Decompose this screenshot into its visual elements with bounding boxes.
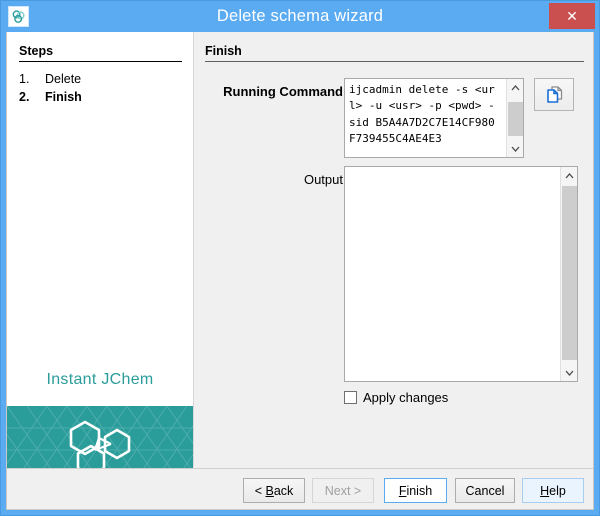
scrollbar-thumb[interactable] (508, 102, 523, 136)
copy-icon (545, 85, 564, 104)
scroll-up-icon[interactable] (561, 167, 578, 184)
title-bar: Delete schema wizard ✕ (1, 1, 599, 32)
finish-button[interactable]: Finish (384, 478, 447, 503)
running-command-value: ijcadmin delete -s <url> -u <usr> -p <pw… (349, 82, 497, 147)
brand-name: Instant JChem (7, 371, 193, 389)
finish-panel: Finish Running Command ijcadmin delete -… (195, 32, 594, 467)
cancel-button[interactable]: Cancel (455, 478, 515, 503)
scrollbar-thumb[interactable] (562, 186, 577, 360)
back-button[interactable]: < Back (243, 478, 305, 503)
scroll-down-icon[interactable] (561, 364, 578, 381)
output-label: Output (205, 172, 343, 187)
checkbox-box[interactable] (344, 391, 357, 404)
dialog-button-bar: < Back Next > Finish Cancel Help (7, 468, 594, 509)
steps-heading: Steps (19, 44, 182, 62)
step-number: 2. (19, 88, 45, 106)
running-command-label: Running Command (205, 84, 343, 99)
step-number: 1. (19, 70, 45, 88)
dialog-client-area: Steps 1. Delete 2. Finish Instant JChem (6, 32, 594, 510)
output-scrollbar[interactable] (560, 167, 577, 381)
window-title: Delete schema wizard (1, 1, 599, 32)
running-command-textarea[interactable]: ijcadmin delete -s <url> -u <usr> -p <pw… (344, 78, 524, 158)
step-label: Finish (45, 88, 82, 106)
step-item-finish: 2. Finish (19, 88, 184, 106)
apply-changes-label: Apply changes (363, 390, 448, 405)
step-item-delete: 1. Delete (19, 70, 184, 88)
apply-changes-checkbox[interactable]: Apply changes (344, 390, 448, 405)
next-button: Next > (312, 478, 374, 503)
steps-sidebar: Steps 1. Delete 2. Finish Instant JChem (7, 32, 194, 467)
output-textarea[interactable] (344, 166, 578, 382)
steps-list: 1. Delete 2. Finish (19, 70, 184, 106)
scroll-down-icon[interactable] (507, 140, 524, 157)
help-button[interactable]: Help (522, 478, 584, 503)
step-label: Delete (45, 70, 81, 88)
running-command-scrollbar[interactable] (506, 79, 523, 157)
copy-command-button[interactable] (534, 78, 574, 111)
scroll-up-icon[interactable] (507, 79, 524, 96)
dialog-window: Delete schema wizard ✕ Steps 1. Delete 2… (0, 0, 600, 516)
page-title: Finish (205, 44, 584, 62)
close-button[interactable]: ✕ (549, 3, 595, 29)
